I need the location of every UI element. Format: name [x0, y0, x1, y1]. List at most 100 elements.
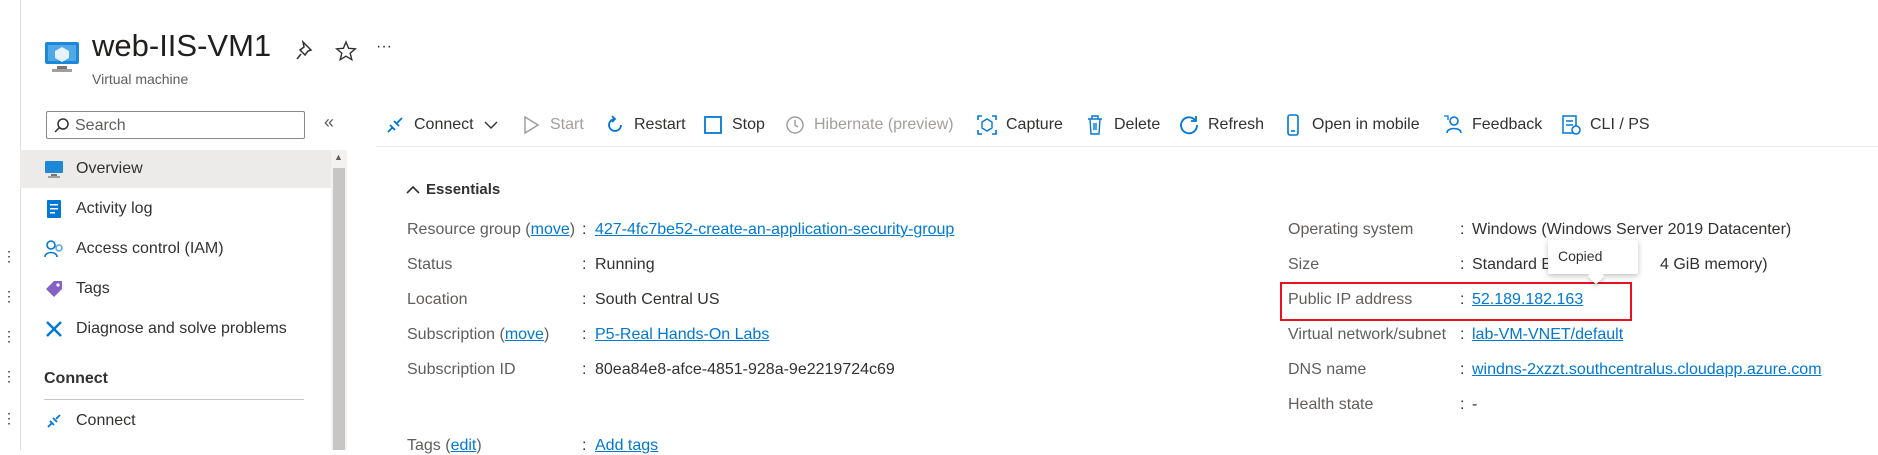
sidebar-item-activity-log[interactable]: Activity log [20, 190, 331, 228]
edit-tags-link[interactable]: edit [451, 437, 477, 454]
restart-icon [608, 115, 622, 132]
delete-label: Delete [1114, 116, 1161, 133]
status-label: Status [407, 256, 453, 273]
capture-button[interactable]: Capture [976, 110, 1063, 140]
cli-label: CLI / PS [1590, 116, 1650, 133]
sidebar-item-label: Connect [76, 412, 136, 429]
clock-icon [786, 116, 804, 134]
scrollbar-thumb[interactable] [333, 168, 345, 450]
sidebar-item-label: Activity log [76, 200, 153, 217]
tags-label: Tags (edit) [407, 437, 482, 454]
health-label: Health state [1288, 396, 1374, 413]
field-colon: : [1460, 326, 1465, 343]
restart-label: Restart [634, 116, 686, 133]
sidebar-item-connect[interactable]: Connect [20, 402, 331, 440]
stop-label: Stop [732, 116, 765, 133]
health-value: - [1472, 396, 1478, 413]
subscription-id-value: 80ea84e8-afce-4851-928a-9e2219724c69 [595, 361, 895, 378]
connect-label: Connect [414, 116, 474, 133]
restart-button[interactable]: Restart [604, 110, 686, 140]
add-tags-link[interactable]: Add tags [595, 437, 658, 455]
resource-group-link[interactable]: 427-4fc7be52-create-an-application-secur… [595, 221, 954, 239]
sidebar-item-tags[interactable]: Tags [20, 270, 331, 308]
field-colon: : [1460, 396, 1465, 413]
field-colon: : [1460, 361, 1465, 378]
move-link[interactable]: move [505, 326, 544, 343]
refresh-icon [1180, 116, 1198, 135]
more-icon[interactable]: ··· [376, 38, 392, 56]
page-subtitle: Virtual machine [92, 71, 189, 87]
vnet-link[interactable]: lab-VM-VNET/default [1472, 326, 1623, 344]
delete-button[interactable]: Delete [1084, 110, 1160, 140]
vm-icon [45, 42, 79, 72]
divider [376, 146, 1878, 147]
field-label: Resource group [407, 221, 521, 238]
essentials-label: Essentials [426, 181, 501, 198]
cli-ps-button[interactable]: CLI / PS [1560, 110, 1650, 140]
star-icon[interactable] [335, 40, 357, 62]
sidebar-item-iam[interactable]: Access control (IAM) [20, 230, 331, 268]
sidebar-item-label: Overview [76, 160, 143, 177]
hibernate-label: Hibernate (preview) [814, 116, 954, 133]
feedback-label: Feedback [1472, 116, 1543, 133]
sidebar-item-label: Diagnose and solve problems [76, 320, 287, 337]
refresh-button[interactable]: Refresh [1178, 110, 1264, 140]
scroll-up-icon[interactable]: ▲ [334, 152, 343, 162]
overview-icon [45, 161, 63, 178]
essentials-toggle[interactable]: Essentials [406, 181, 500, 198]
hibernate-button[interactable]: Hibernate (preview) [784, 110, 954, 140]
sidebar-item-diagnose[interactable]: Diagnose and solve problems [20, 310, 331, 348]
field-label: Tags [407, 437, 441, 454]
subscription-link[interactable]: P5-Real Hands-On Labs [595, 326, 769, 344]
move-link[interactable]: move [531, 221, 570, 238]
tooltip-text: Copied [1558, 248, 1603, 264]
more-icon: ⋮ [2, 288, 17, 304]
field-colon: : [582, 361, 587, 378]
wrench-icon [46, 321, 62, 337]
stop-button[interactable]: Stop [702, 110, 765, 140]
capture-icon [977, 115, 997, 135]
field-colon: : [582, 437, 587, 454]
os-label: Operating system [1288, 221, 1414, 238]
field-colon: : [582, 291, 587, 308]
connect-icon [387, 117, 403, 133]
size-label: Size [1288, 256, 1320, 273]
chevron-down-icon [484, 121, 498, 129]
activity-log-icon [47, 200, 61, 218]
open-mobile-button[interactable]: Open in mobile [1282, 110, 1420, 140]
os-value: Windows (Windows Server 2019 Datacenter) [1472, 221, 1792, 238]
search-input[interactable]: Search [46, 111, 305, 139]
pin-icon[interactable] [296, 40, 316, 62]
mobile-icon [1287, 114, 1299, 136]
sidebar-scrollbar[interactable]: ▲ [331, 150, 347, 450]
trash-icon [1088, 115, 1102, 135]
more-icon: ⋮ [2, 248, 17, 264]
start-button[interactable]: Start [520, 110, 584, 140]
feedback-button[interactable]: Feedback [1442, 110, 1542, 140]
status-value: Running [595, 256, 655, 273]
location-label: Location [407, 291, 468, 308]
collapse-sidebar-icon[interactable]: « [324, 112, 334, 133]
sidebar-item-overview[interactable]: Overview [20, 150, 331, 188]
stop-icon [704, 116, 722, 134]
open-mobile-label: Open in mobile [1312, 116, 1420, 133]
field-label: Subscription [407, 326, 496, 343]
dns-label: DNS name [1288, 361, 1367, 378]
connect-button[interactable]: Connect [384, 110, 498, 140]
highlight-box [1280, 282, 1632, 321]
capture-label: Capture [1006, 116, 1063, 133]
divider [44, 399, 304, 400]
refresh-label: Refresh [1208, 116, 1265, 133]
field-colon: : [582, 256, 587, 273]
sidebar-item-label: Access control (IAM) [76, 240, 224, 257]
dns-link[interactable]: windns-2xzzt.southcentralus.cloudapp.azu… [1472, 361, 1822, 379]
feedback-icon [1444, 115, 1462, 134]
subscription-label: Subscription (move) [407, 326, 550, 343]
field-colon: : [582, 326, 587, 343]
field-colon: : [582, 221, 587, 238]
iam-icon [44, 240, 63, 258]
tag-icon [46, 281, 62, 297]
more-icon: ⋮ [2, 368, 17, 384]
resource-group-label: Resource group (move) [407, 221, 576, 238]
size-value-tail: 4 GiB memory) [1660, 256, 1768, 273]
